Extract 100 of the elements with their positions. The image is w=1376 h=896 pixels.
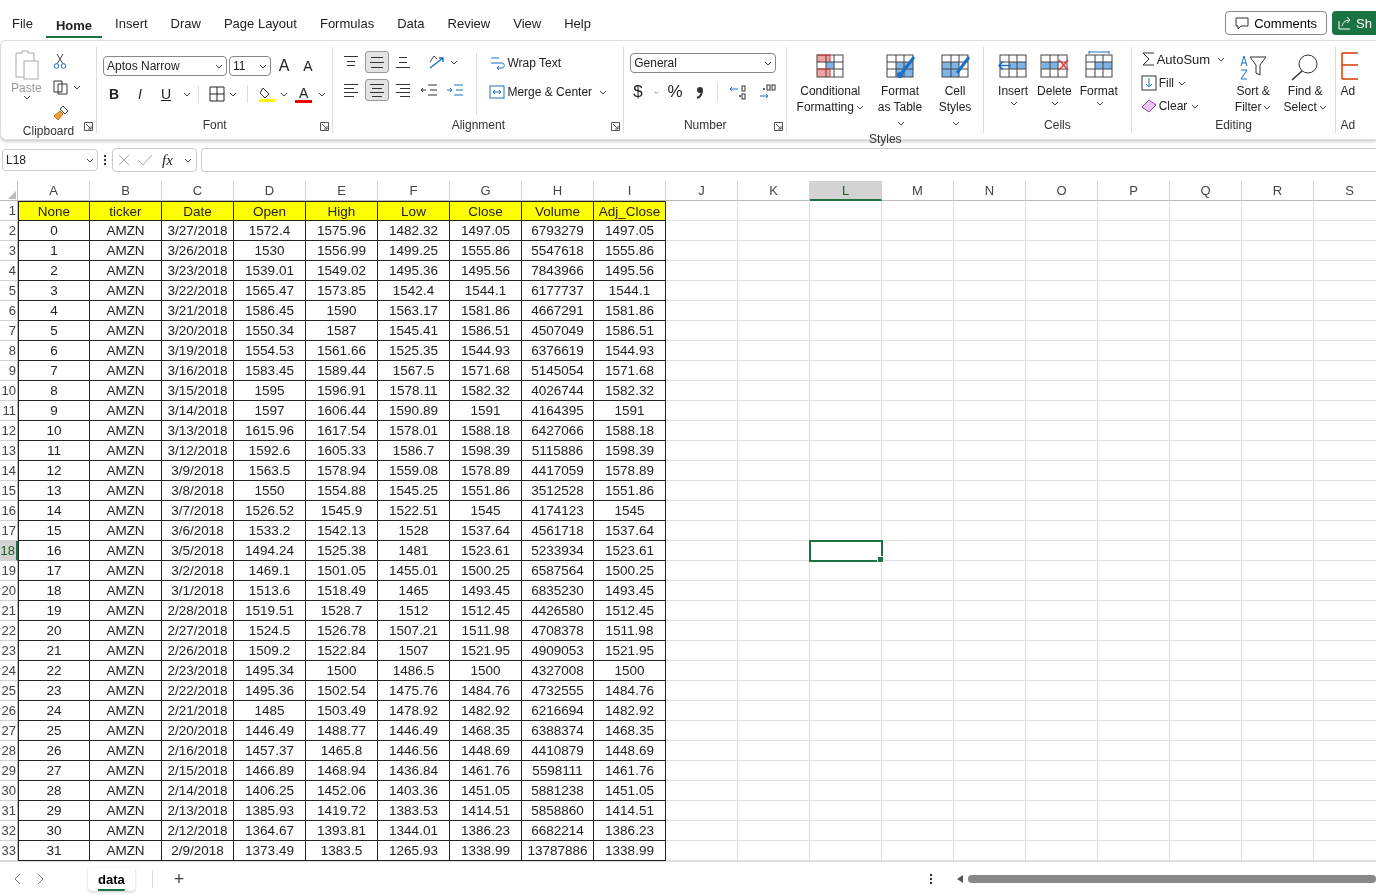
- column-header[interactable]: D: [234, 181, 306, 201]
- ribbon-tab[interactable]: Page Layout: [213, 16, 307, 38]
- row-header[interactable]: 30: [0, 781, 18, 801]
- row-header[interactable]: 32: [0, 821, 18, 841]
- row-header[interactable]: 29: [0, 761, 18, 781]
- add-sheet-button[interactable]: +: [169, 868, 189, 890]
- grow-font-button[interactable]: A: [272, 55, 295, 77]
- column-header[interactable]: C: [162, 181, 234, 201]
- find-select-button[interactable]: Find & Select: [1281, 49, 1330, 117]
- selected-cell[interactable]: [809, 540, 883, 562]
- row-header[interactable]: 10: [0, 381, 18, 401]
- column-header[interactable]: E: [306, 181, 378, 201]
- row-header[interactable]: 6: [0, 301, 18, 321]
- row-header[interactable]: 4: [0, 261, 18, 281]
- sort-filter-button[interactable]: Sort & Filter: [1229, 49, 1278, 117]
- ribbon-tab[interactable]: Formulas: [309, 16, 385, 38]
- row-header[interactable]: 31: [0, 801, 18, 821]
- column-header[interactable]: P: [1098, 181, 1170, 201]
- cells-button[interactable]: Format: [1077, 51, 1120, 117]
- dialog-launcher-icon[interactable]: [774, 122, 784, 131]
- row-header[interactable]: 18: [0, 541, 18, 561]
- style-button[interactable]: Conditional Formatting: [793, 51, 868, 131]
- row-header[interactable]: 15: [0, 481, 18, 501]
- row-header[interactable]: 12: [0, 421, 18, 441]
- column-header[interactable]: M: [882, 181, 954, 201]
- ribbon-tab[interactable]: File: [2, 16, 43, 38]
- number-format-dropdown[interactable]: General: [630, 53, 777, 73]
- row-header[interactable]: 16: [0, 501, 18, 521]
- sheet-tab[interactable]: data: [88, 867, 135, 891]
- row-header[interactable]: 19: [0, 561, 18, 581]
- row-header[interactable]: 14: [0, 461, 18, 481]
- style-button[interactable]: Format as Table: [871, 51, 929, 131]
- row-header[interactable]: 11: [0, 401, 18, 421]
- row-header[interactable]: 26: [0, 701, 18, 721]
- cells-button[interactable]: Insert: [995, 51, 1032, 117]
- dialog-launcher-icon[interactable]: [320, 122, 330, 131]
- column-header[interactable]: O: [1026, 181, 1098, 201]
- column-header[interactable]: B: [90, 181, 162, 201]
- align-button[interactable]: [365, 51, 390, 73]
- ribbon-tab[interactable]: Draw: [160, 16, 211, 38]
- cells-button[interactable]: Delete: [1035, 51, 1074, 117]
- column-header[interactable]: R: [1242, 181, 1314, 201]
- row-header[interactable]: 22: [0, 621, 18, 641]
- ribbon-tab[interactable]: Data: [387, 16, 435, 38]
- dialog-launcher-icon[interactable]: [611, 122, 621, 131]
- comments-button[interactable]: Comments: [1225, 11, 1328, 35]
- dialog-launcher-icon[interactable]: [83, 122, 93, 131]
- row-header[interactable]: 5: [0, 281, 18, 301]
- column-header[interactable]: J: [666, 181, 738, 201]
- percent-button[interactable]: %: [664, 81, 686, 103]
- row-header[interactable]: 9: [0, 361, 18, 381]
- merge-center-button[interactable]: Merge & Center: [486, 83, 596, 101]
- add-in-button[interactable]: Ad: [1340, 51, 1359, 117]
- formula-input[interactable]: [200, 148, 1376, 172]
- align-button[interactable]: [365, 79, 390, 101]
- row-header[interactable]: 20: [0, 581, 18, 601]
- column-header[interactable]: Q: [1170, 181, 1242, 201]
- font-size-dropdown[interactable]: 11: [228, 56, 271, 76]
- column-header[interactable]: F: [378, 181, 450, 201]
- share-button[interactable]: Sh: [1332, 11, 1376, 35]
- row-header[interactable]: 21: [0, 601, 18, 621]
- column-header[interactable]: L: [810, 181, 882, 201]
- column-header[interactable]: I: [594, 181, 666, 201]
- row-header[interactable]: 27: [0, 721, 18, 741]
- insert-function-button[interactable]: fx: [159, 149, 176, 171]
- row-header[interactable]: 3: [0, 241, 18, 261]
- underline-button[interactable]: U: [154, 83, 177, 105]
- row-header[interactable]: 8: [0, 341, 18, 361]
- ribbon-tab[interactable]: View: [503, 16, 552, 38]
- column-header[interactable]: H: [522, 181, 594, 201]
- ribbon-tab[interactable]: Review: [437, 16, 501, 38]
- autosum-button[interactable]: AutoSum: [1137, 49, 1214, 69]
- row-header[interactable]: 7: [0, 321, 18, 341]
- wrap-text-button[interactable]: Wrap Text: [486, 53, 608, 73]
- ribbon-tab[interactable]: Home: [45, 18, 103, 38]
- style-button[interactable]: Cell Styles: [932, 51, 978, 131]
- row-header[interactable]: 25: [0, 681, 18, 701]
- bold-button[interactable]: B: [102, 83, 125, 105]
- column-header[interactable]: A: [18, 181, 90, 201]
- row-header[interactable]: 23: [0, 641, 18, 661]
- column-header[interactable]: G: [450, 181, 522, 201]
- currency-button[interactable]: $: [630, 81, 646, 103]
- row-header[interactable]: 33: [0, 841, 18, 861]
- ribbon-tab[interactable]: Insert: [105, 16, 158, 38]
- font-name-dropdown[interactable]: Aptos Narrow: [102, 56, 227, 76]
- fill-button[interactable]: Fill: [1137, 73, 1226, 93]
- scrollbar-thumb[interactable]: [968, 875, 1376, 883]
- row-header[interactable]: 2: [0, 221, 18, 241]
- row-header[interactable]: 13: [0, 441, 18, 461]
- name-box[interactable]: L18: [2, 149, 98, 171]
- column-header[interactable]: N: [954, 181, 1026, 201]
- row-header[interactable]: 24: [0, 661, 18, 681]
- row-header[interactable]: 28: [0, 741, 18, 761]
- clear-button[interactable]: Clear: [1137, 97, 1226, 115]
- font-color-button[interactable]: A: [294, 85, 313, 103]
- column-header[interactable]: K: [738, 181, 810, 201]
- ribbon-tab[interactable]: Help: [554, 16, 601, 38]
- row-header[interactable]: 1: [0, 201, 18, 221]
- shrink-font-button[interactable]: A: [296, 55, 319, 77]
- italic-button[interactable]: I: [128, 83, 151, 105]
